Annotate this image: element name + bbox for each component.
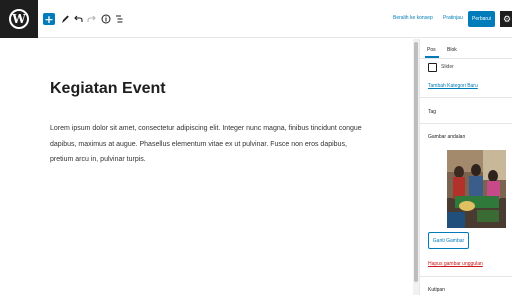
editor-scrollbar-thumb[interactable] bbox=[414, 42, 418, 282]
divider bbox=[420, 123, 512, 124]
replace-image-button[interactable]: Ganti Gambar bbox=[428, 232, 469, 249]
add-block-button[interactable]: + bbox=[43, 13, 55, 26]
update-button[interactable]: Perbarui bbox=[468, 11, 495, 27]
settings-button[interactable]: ⚙ bbox=[500, 11, 512, 27]
divider bbox=[420, 97, 512, 98]
editor-toolbar: W + Beralih ke konsep Pratinjau Perbarui… bbox=[0, 0, 512, 38]
tab-block[interactable]: Blok bbox=[447, 47, 457, 53]
paragraph-block[interactable]: Lorem ipsum dolor sit amet, consectetur … bbox=[50, 121, 370, 168]
undo-icon[interactable] bbox=[73, 12, 83, 26]
category-checkbox[interactable] bbox=[428, 63, 437, 72]
tab-post[interactable]: Pos bbox=[427, 47, 436, 53]
gear-icon: ⚙ bbox=[502, 13, 512, 24]
wordpress-logo-button[interactable]: W bbox=[0, 0, 38, 38]
settings-sidebar: Pos Blok Slider Tambah Kategori Baru Tag… bbox=[419, 39, 512, 295]
redo-icon[interactable] bbox=[86, 12, 96, 26]
tags-panel-toggle[interactable]: Tag bbox=[428, 109, 436, 115]
divider bbox=[420, 58, 512, 59]
list-view-icon[interactable] bbox=[114, 12, 124, 26]
preview-button[interactable]: Pratinjau bbox=[443, 15, 463, 21]
excerpt-panel-toggle[interactable]: Kutipan bbox=[428, 287, 445, 293]
wordpress-logo-icon: W bbox=[9, 9, 29, 29]
switch-to-draft-link[interactable]: Beralih ke konsep bbox=[393, 15, 433, 21]
info-icon[interactable] bbox=[100, 12, 111, 26]
post-title[interactable]: Kegiatan Event bbox=[50, 80, 166, 98]
add-category-link[interactable]: Tambah Kategori Baru bbox=[428, 83, 478, 89]
category-checkbox-label: Slider bbox=[441, 64, 454, 70]
featured-image-panel-toggle[interactable]: Gambar andalan bbox=[428, 134, 465, 140]
divider bbox=[420, 276, 512, 277]
pencil-icon[interactable] bbox=[60, 12, 70, 26]
featured-image[interactable] bbox=[447, 150, 506, 228]
remove-featured-image-link[interactable]: Hapus gambar unggulan bbox=[428, 261, 483, 267]
